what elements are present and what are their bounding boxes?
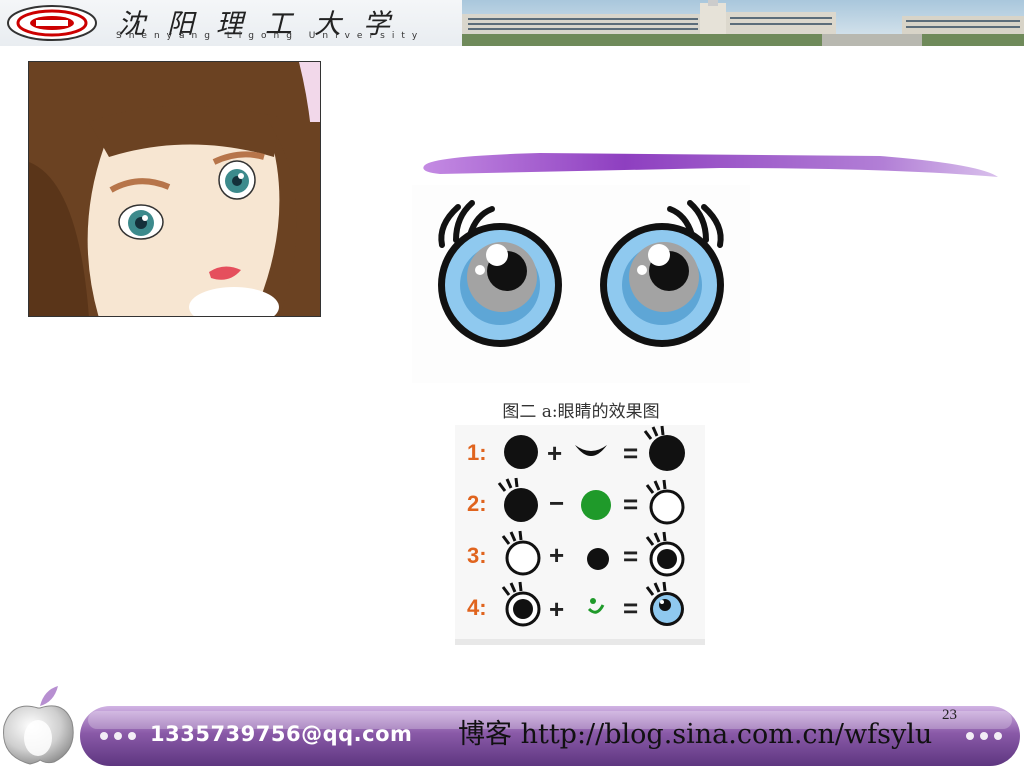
figure-caption: 图二 a:眼睛的效果图 bbox=[502, 402, 660, 422]
girl-portrait-illustration bbox=[28, 61, 321, 317]
step-label: 1: bbox=[467, 440, 487, 465]
step-label: 2: bbox=[467, 491, 487, 516]
header-banner: 沈阳理工大学 Shenyang Ligong University bbox=[0, 0, 1024, 46]
university-logo-area: 沈阳理工大学 Shenyang Ligong University bbox=[0, 0, 462, 46]
cartoon-eyes-illustration bbox=[412, 185, 750, 383]
operator: = bbox=[623, 541, 638, 571]
footer-blog-link[interactable]: 博客 http://blog.sina.com.cn/wfsylu bbox=[458, 712, 932, 751]
operator: + bbox=[549, 540, 564, 570]
operator: + bbox=[549, 594, 564, 624]
university-emblem-icon bbox=[7, 5, 97, 41]
operator: = bbox=[623, 489, 638, 519]
operator: = bbox=[623, 593, 638, 623]
eye-drawing-steps-diagram: 1: 2: 3: 4: + = − = + = + = bbox=[455, 425, 705, 645]
page-number: 23 bbox=[942, 707, 957, 723]
footer-email: 1335739756@qq.com bbox=[150, 722, 413, 746]
apple-logo-icon bbox=[3, 686, 74, 765]
campus-photo bbox=[462, 0, 1024, 46]
step-label: 3: bbox=[467, 543, 487, 568]
operator: = bbox=[623, 438, 638, 468]
university-name-en: Shenyang Ligong University bbox=[116, 31, 425, 41]
decorative-purple-stroke bbox=[423, 153, 998, 177]
operator: − bbox=[549, 488, 564, 518]
step-label: 4: bbox=[467, 595, 487, 620]
operator: + bbox=[547, 438, 562, 468]
